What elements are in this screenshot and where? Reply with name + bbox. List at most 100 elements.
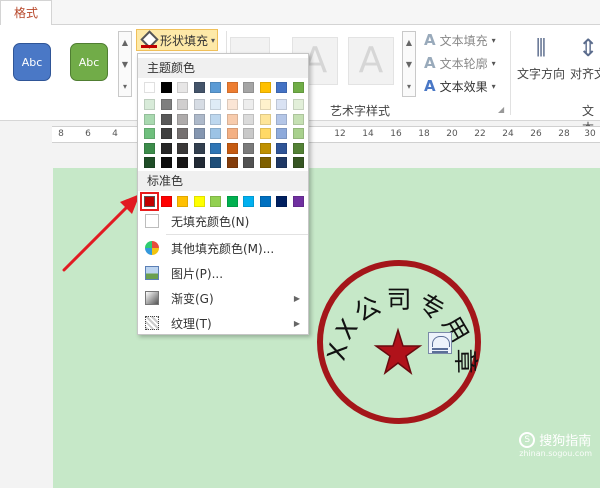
theme-color-swatch[interactable] [160, 157, 172, 168]
no-fill-menu-item[interactable]: 无填充颜色(N) [139, 209, 308, 233]
theme-color-swatch[interactable] [226, 82, 238, 93]
standard-color-swatch[interactable] [210, 196, 221, 207]
theme-color-swatch[interactable] [210, 113, 221, 125]
theme-color-swatch[interactable] [193, 99, 205, 110]
theme-color-swatch[interactable] [259, 82, 271, 93]
theme-color-swatch[interactable] [259, 99, 271, 110]
chevron-down-icon[interactable]: ▼ [119, 54, 131, 76]
standard-color-swatch-selected[interactable] [140, 192, 159, 211]
text-outline-button[interactable]: A 文本轮廓 ▾ [424, 53, 496, 73]
theme-color-swatch[interactable] [193, 142, 205, 154]
gallery-more-icon[interactable]: ▾ [119, 76, 131, 98]
theme-color-swatch[interactable] [177, 142, 188, 154]
theme-color-swatch[interactable] [144, 82, 155, 93]
chevron-down-icon: ▾ [491, 35, 496, 45]
theme-color-swatch[interactable] [292, 82, 304, 93]
texture-menu-item[interactable]: 纹理(T) ▶ [139, 311, 308, 335]
theme-color-swatch[interactable] [276, 128, 287, 139]
align-text-button[interactable]: ⇕ 对齐文 [568, 31, 600, 82]
standard-color-swatch[interactable] [292, 196, 304, 207]
theme-color-swatch[interactable] [243, 128, 254, 139]
theme-color-swatch[interactable] [193, 82, 205, 93]
theme-color-swatch[interactable] [292, 142, 304, 154]
theme-color-swatch[interactable] [144, 157, 155, 168]
theme-color-swatch[interactable] [243, 82, 254, 93]
tab-format[interactable]: 格式 [0, 0, 52, 26]
standard-color-swatch[interactable] [193, 196, 205, 207]
theme-color-swatch[interactable] [276, 99, 287, 110]
theme-color-swatch[interactable] [160, 128, 172, 139]
standard-color-swatch[interactable] [160, 196, 172, 207]
stamp-graphic[interactable]: XX公司专用章 [317, 260, 481, 424]
theme-color-swatch[interactable] [292, 128, 304, 139]
dialog-launcher-icon[interactable]: ◢ [498, 105, 504, 114]
theme-color-swatch[interactable] [226, 99, 238, 110]
standard-color-swatch[interactable] [226, 196, 238, 207]
theme-color-swatch[interactable] [160, 142, 172, 154]
theme-color-swatch[interactable] [177, 82, 188, 93]
theme-color-swatch[interactable] [210, 99, 221, 110]
theme-color-swatch[interactable] [144, 99, 155, 110]
theme-color-swatch[interactable] [259, 128, 271, 139]
wordart-gallery-scroll[interactable]: ▲ ▼ ▾ [402, 31, 416, 97]
theme-color-swatch[interactable] [276, 113, 287, 125]
theme-color-swatch[interactable] [243, 142, 254, 154]
theme-color-swatch[interactable] [243, 99, 254, 110]
theme-color-swatch[interactable] [193, 128, 205, 139]
theme-color-swatch[interactable] [210, 82, 221, 93]
theme-color-swatch[interactable] [259, 113, 271, 125]
theme-color-swatch[interactable] [243, 113, 254, 125]
theme-color-swatch[interactable] [243, 157, 254, 168]
layout-options-icon[interactable] [428, 332, 452, 354]
chevron-down-icon[interactable]: ▼ [403, 54, 415, 76]
theme-color-swatch[interactable] [226, 128, 238, 139]
theme-color-swatch[interactable] [177, 157, 188, 168]
theme-color-swatch[interactable] [292, 157, 304, 168]
text-fill-button[interactable]: A 文本填充 ▾ [424, 30, 496, 50]
gallery-more-icon[interactable]: ▾ [403, 76, 415, 98]
theme-color-swatch[interactable] [210, 157, 221, 168]
theme-color-swatch[interactable] [210, 128, 221, 139]
theme-color-swatch[interactable] [144, 128, 155, 139]
theme-color-swatch[interactable] [259, 142, 271, 154]
text-direction-button[interactable]: ⫴ 文字方向 [515, 31, 567, 82]
theme-color-swatch[interactable] [160, 113, 172, 125]
theme-color-swatch[interactable] [144, 142, 155, 154]
standard-color-swatch[interactable] [243, 196, 254, 207]
standard-color-swatch[interactable] [276, 196, 287, 207]
theme-color-swatch[interactable] [177, 99, 188, 110]
theme-color-swatch[interactable] [226, 113, 238, 125]
theme-color-swatch[interactable] [160, 82, 172, 93]
theme-color-swatch[interactable] [276, 142, 287, 154]
theme-color-swatch[interactable] [160, 99, 172, 110]
gradient-menu-item[interactable]: 渐变(G) ▶ [139, 286, 308, 310]
text-effects-button[interactable]: A 文本效果 ▾ [424, 76, 496, 96]
theme-color-swatch[interactable] [177, 128, 188, 139]
theme-color-swatch[interactable] [259, 157, 271, 168]
more-fill-colors-menu-item[interactable]: 其他填充颜色(M)... [139, 236, 308, 260]
theme-color-swatch[interactable] [292, 99, 304, 110]
theme-color-swatch[interactable] [276, 82, 287, 93]
theme-color-swatch[interactable] [226, 142, 238, 154]
theme-color-swatch[interactable] [226, 157, 238, 168]
stamp-star[interactable] [373, 327, 423, 376]
chevron-up-icon[interactable]: ▲ [403, 32, 415, 54]
theme-color-swatch[interactable] [292, 113, 304, 125]
shape-fill-button[interactable]: 形状填充 ▾ [136, 29, 218, 51]
theme-color-swatch[interactable] [276, 157, 287, 168]
theme-color-swatch[interactable] [144, 113, 155, 125]
theme-color-swatch[interactable] [177, 113, 188, 125]
standard-color-swatch[interactable] [259, 196, 271, 207]
shape-style-blue-button[interactable]: Abc [13, 43, 51, 81]
theme-color-swatch[interactable] [210, 142, 221, 154]
horizontal-ruler[interactable]: 8 6 4 12 14 16 18 20 22 24 26 28 30 [52, 126, 600, 143]
chevron-right-icon: ▶ [293, 293, 300, 303]
wordart-style-sample[interactable]: A [348, 37, 394, 85]
standard-color-swatch[interactable] [177, 196, 188, 207]
shape-styles-gallery-scroll[interactable]: ▲ ▼ ▾ [118, 31, 132, 97]
shape-style-green-button[interactable]: Abc [70, 43, 108, 81]
theme-color-swatch[interactable] [193, 113, 205, 125]
theme-color-swatch[interactable] [193, 157, 205, 168]
chevron-up-icon[interactable]: ▲ [119, 32, 131, 54]
picture-menu-item[interactable]: 图片(P)... [139, 261, 308, 285]
